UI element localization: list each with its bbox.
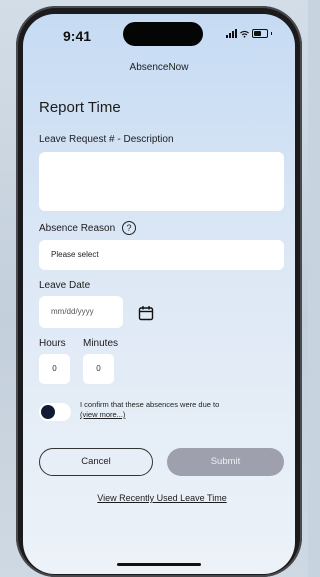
recent-leave-link[interactable]: View Recently Used Leave Time	[23, 493, 295, 503]
status-icons	[226, 29, 272, 38]
leave-date-input[interactable]: mm/dd/yyyy	[39, 296, 123, 328]
minutes-label: Minutes	[83, 338, 119, 349]
leave-request-label: Leave Request # - Description	[39, 134, 174, 145]
leave-request-input[interactable]	[39, 152, 284, 211]
minutes-input[interactable]: 0	[83, 354, 114, 384]
confirm-statement: I confirm that these absences were due t…	[80, 400, 220, 409]
absence-reason-select[interactable]: Please select	[39, 240, 284, 270]
question-circle-icon[interactable]: ?	[122, 221, 136, 235]
calendar-icon[interactable]	[138, 305, 154, 321]
phone-screen: 9:41 AbsenceNow Report Time Leave Reques…	[23, 14, 295, 574]
battery-tip	[271, 32, 272, 35]
battery-icon	[252, 29, 268, 38]
home-indicator[interactable]	[117, 563, 201, 566]
cellular-signal-icon	[226, 29, 237, 38]
submit-button[interactable]: Submit	[167, 448, 284, 476]
toggle-knob	[41, 405, 55, 419]
confirm-text: I confirm that these absences were due t…	[80, 400, 280, 420]
hours-input[interactable]: 0	[39, 354, 70, 384]
view-more-link[interactable]: (view more...)	[80, 410, 125, 419]
confirm-toggle[interactable]	[39, 403, 71, 421]
dynamic-island	[123, 22, 203, 46]
page-title: Report Time	[39, 99, 121, 116]
cancel-button[interactable]: Cancel	[39, 448, 153, 476]
leave-date-label: Leave Date	[39, 280, 91, 291]
wifi-icon	[240, 30, 249, 38]
app-title: AbsenceNow	[129, 62, 189, 73]
hours-label: Hours	[39, 338, 66, 349]
status-time: 9:41	[63, 28, 92, 44]
absence-reason-label: Absence Reason	[39, 223, 116, 234]
